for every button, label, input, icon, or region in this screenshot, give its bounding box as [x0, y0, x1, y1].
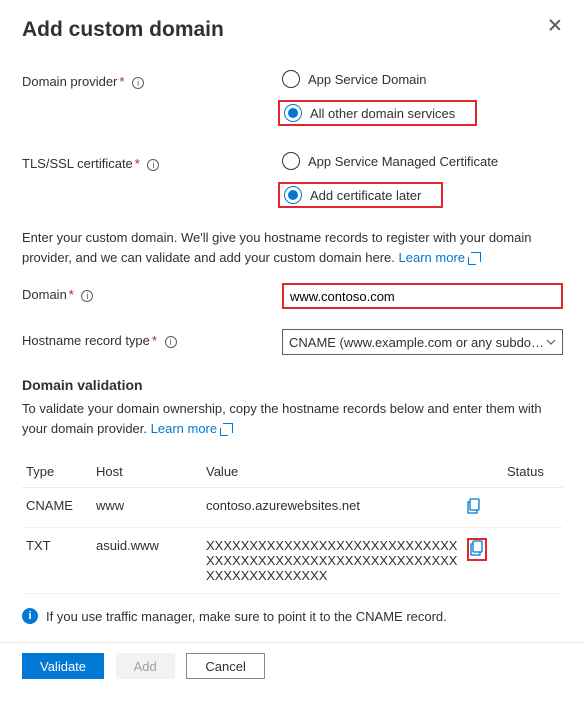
radio-all-other-domain[interactable]: All other domain services [282, 104, 455, 122]
cell-status [503, 488, 563, 528]
radio-add-cert-later[interactable]: Add certificate later [282, 186, 421, 204]
learn-more-link[interactable]: Learn more [399, 250, 481, 265]
info-icon[interactable]: i [132, 77, 144, 89]
radio-label: App Service Domain [308, 72, 427, 87]
validate-button[interactable]: Validate [22, 653, 104, 679]
dialog-title: Add custom domain [22, 18, 224, 42]
th-type: Type [22, 456, 92, 488]
learn-more-link[interactable]: Learn more [151, 421, 233, 436]
validation-title: Domain validation [22, 377, 563, 393]
info-icon[interactable]: i [81, 290, 93, 302]
select-value: CNAME (www.example.com or any subdo… [289, 335, 544, 350]
info-icon[interactable]: i [147, 159, 159, 171]
domain-label: Domain* i [22, 283, 282, 302]
close-icon[interactable] [547, 18, 563, 34]
external-link-icon [471, 252, 481, 262]
domain-description: Enter your custom domain. We'll give you… [22, 228, 563, 267]
external-link-icon [223, 423, 233, 433]
copy-icon[interactable] [467, 502, 481, 517]
th-value: Value [202, 456, 463, 488]
cell-status [503, 528, 563, 594]
radio-app-service-cert[interactable]: App Service Managed Certificate [282, 152, 563, 170]
add-button: Add [116, 653, 175, 679]
chevron-down-icon [546, 337, 556, 347]
hostname-type-label: Hostname record type* i [22, 329, 282, 348]
th-status: Status [503, 456, 563, 488]
cell-host: www [92, 488, 202, 528]
cell-host: asuid.www [92, 528, 202, 594]
th-host: Host [92, 456, 202, 488]
radio-label: Add certificate later [310, 188, 421, 203]
radio-label: App Service Managed Certificate [308, 154, 498, 169]
domain-provider-label: Domain provider* i [22, 70, 282, 89]
info-icon[interactable]: i [165, 336, 177, 348]
tls-cert-label: TLS/SSL certificate* i [22, 152, 282, 171]
cell-value: XXXXXXXXXXXXXXXXXXXXXXXXXXXXXXXXXXXXXXXX… [202, 528, 463, 594]
info-badge-icon: i [22, 608, 38, 624]
validation-desc: To validate your domain ownership, copy … [22, 399, 563, 438]
domain-input[interactable] [284, 285, 561, 307]
cell-type: CNAME [22, 488, 92, 528]
table-row: TXTasuid.wwwXXXXXXXXXXXXXXXXXXXXXXXXXXXX… [22, 528, 563, 594]
copy-icon[interactable] [470, 544, 484, 559]
cancel-button[interactable]: Cancel [186, 653, 264, 679]
cell-type: TXT [22, 528, 92, 594]
radio-label: All other domain services [310, 106, 455, 121]
hostname-type-select[interactable]: CNAME (www.example.com or any subdo… [282, 329, 563, 355]
traffic-manager-note: If you use traffic manager, make sure to… [46, 609, 447, 624]
table-row: CNAMEwwwcontoso.azurewebsites.net [22, 488, 563, 528]
cell-value: contoso.azurewebsites.net [202, 488, 463, 528]
radio-app-service-domain[interactable]: App Service Domain [282, 70, 563, 88]
records-table: Type Host Value Status CNAMEwwwcontoso.a… [22, 456, 563, 594]
